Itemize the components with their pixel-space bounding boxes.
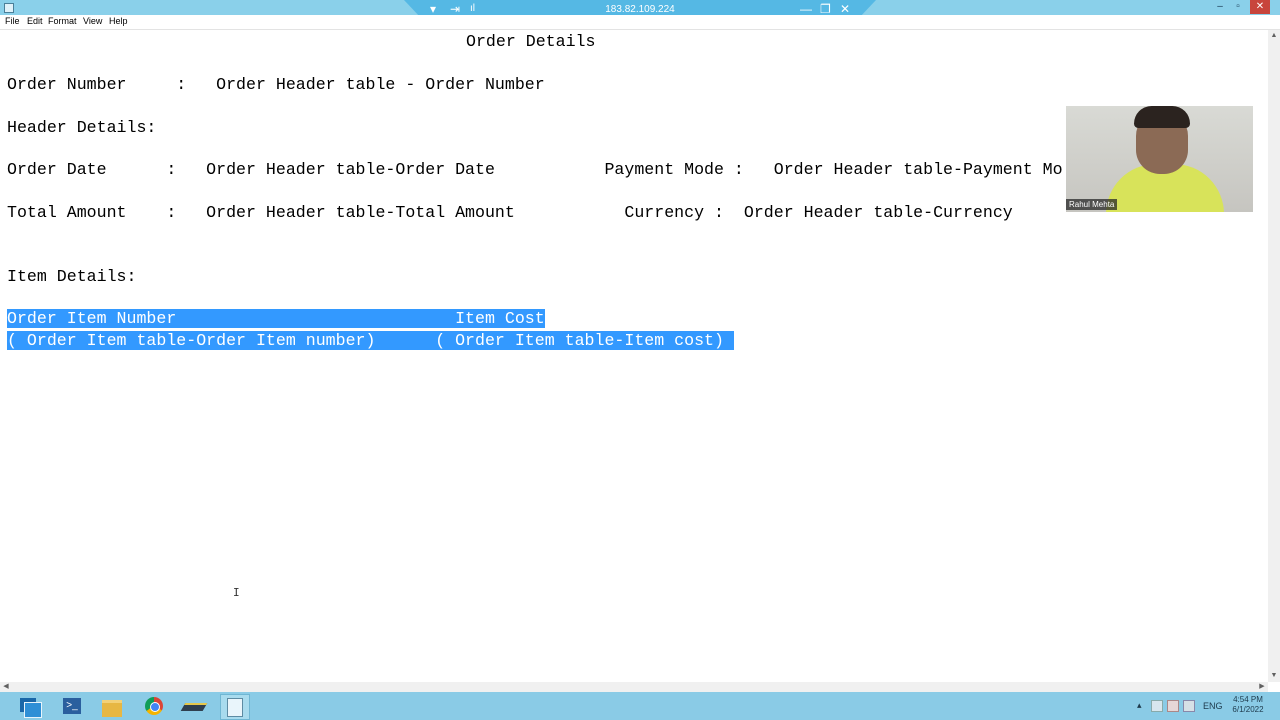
menu-file[interactable]: File [5,16,20,26]
window-minimize-button[interactable]: – [1212,0,1228,14]
video-tile[interactable]: Rahul Mehta [1066,106,1253,212]
order-date-line: Order Date : Order Header table-Order Da… [7,160,1063,179]
menu-format[interactable]: Format [48,16,77,26]
chrome-button[interactable] [141,694,167,718]
flag-icon[interactable] [1167,700,1179,712]
participant-hair [1134,106,1190,128]
notepad-icon [227,698,243,717]
remote-restore-button[interactable]: ❐ [820,2,831,16]
app-icon [4,3,14,13]
powershell-button[interactable]: >_ [60,694,86,718]
folder-icon [102,700,122,717]
item-details-label: Item Details: [7,267,137,286]
speaker-icon[interactable] [1183,700,1195,712]
scroll-left-icon[interactable]: ◀ [0,682,12,692]
horizontal-scrollbar[interactable]: ◀ ▶ [0,682,1268,692]
menu-view[interactable]: View [83,16,102,26]
remote-close-button[interactable]: ✕ [840,2,850,16]
app-icon [180,703,208,711]
scroll-right-icon[interactable]: ▶ [1256,682,1268,692]
taskbar: >_ ▴ ENG 4:54 PM 6/1/2022 [0,692,1280,720]
menu-help[interactable]: Help [109,16,128,26]
remote-minimize-button[interactable]: — [800,2,812,16]
total-amount-line: Total Amount : Order Header table-Total … [7,203,1013,222]
chrome-icon-core [150,702,160,712]
menu-bar: File Edit Format View Help [0,15,1280,30]
selected-text-line-2: ( Order Item table-Order Item number) ( … [7,331,734,350]
powershell-icon: >_ [63,698,81,714]
clock-time: 4:54 PM [1233,695,1263,704]
participant-name: Rahul Mehta [1066,199,1118,210]
clock[interactable]: 4:54 PM 6/1/2022 [1228,695,1268,715]
tray-expand-icon[interactable]: ▴ [1137,700,1142,711]
window-close-button[interactable]: ✕ [1250,0,1270,14]
scroll-up-icon[interactable]: ▲ [1268,30,1280,42]
header-details-label: Header Details: [7,118,157,137]
menu-edit[interactable]: Edit [27,16,43,26]
app-button[interactable] [180,694,208,718]
clock-date: 6/1/2022 [1232,705,1264,714]
selected-text-line-1: Order Item Number Item Cost [7,309,545,328]
server-manager-icon-front [24,702,42,718]
text-cursor-icon: I [233,586,240,599]
vertical-scrollbar[interactable]: ▲ ▼ [1268,30,1280,682]
document-title: Order Details [466,32,596,51]
window-restore-button[interactable]: ▫ [1230,0,1246,14]
scroll-down-icon[interactable]: ▼ [1268,670,1280,682]
language-indicator[interactable]: ENG [1203,701,1223,711]
order-number-line: Order Number : Order Header table - Orde… [7,75,545,94]
file-explorer-button[interactable] [100,694,126,718]
start-button[interactable] [18,694,44,718]
network-icon[interactable] [1151,700,1163,712]
notepad-button[interactable] [220,694,250,720]
